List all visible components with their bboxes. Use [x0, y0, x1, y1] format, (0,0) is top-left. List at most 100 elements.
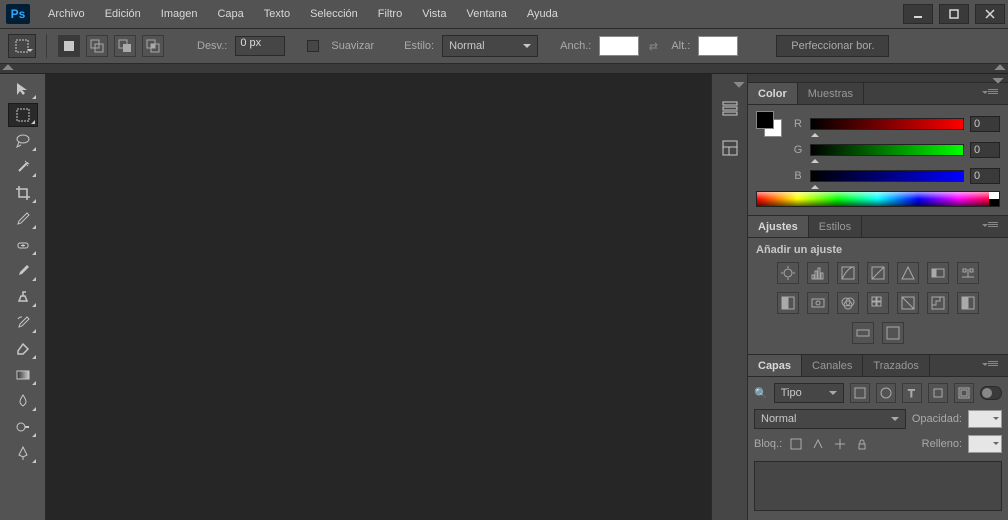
opacity-value[interactable]: [968, 410, 1002, 428]
add-adjustment-label: Añadir un ajuste: [756, 244, 1000, 256]
toolbox: [0, 74, 46, 520]
filter-pixel-icon[interactable]: [850, 383, 870, 403]
color-lookup-icon[interactable]: [867, 292, 889, 314]
foreground-swatch[interactable]: [756, 111, 774, 129]
menu-seleccion[interactable]: Selección: [300, 0, 368, 28]
vibrance-icon[interactable]: [897, 262, 919, 284]
menu-texto[interactable]: Texto: [254, 0, 300, 28]
eraser-tool[interactable]: [8, 337, 38, 361]
panel-menu-icon[interactable]: [988, 222, 1002, 232]
canvas-area[interactable]: [46, 74, 712, 520]
swap-dimensions-icon[interactable]: ⇄: [643, 36, 663, 56]
filter-smart-icon[interactable]: [954, 383, 974, 403]
lock-position-icon[interactable]: [832, 436, 848, 452]
height-input[interactable]: [698, 36, 738, 56]
gradient-tool[interactable]: [8, 363, 38, 387]
selection-subtract-button[interactable]: [114, 35, 136, 57]
lock-pixels-icon[interactable]: [810, 436, 826, 452]
eyedropper-tool[interactable]: [8, 207, 38, 231]
lasso-tool[interactable]: [8, 129, 38, 153]
tab-swatches[interactable]: Muestras: [798, 83, 864, 104]
posterize-icon[interactable]: [927, 292, 949, 314]
fill-value[interactable]: [968, 435, 1002, 453]
feather-input[interactable]: 0 px: [235, 36, 285, 56]
filter-adjustment-icon[interactable]: [876, 383, 896, 403]
r-slider[interactable]: [810, 118, 964, 130]
menu-imagen[interactable]: Imagen: [151, 0, 208, 28]
crop-tool[interactable]: [8, 181, 38, 205]
lock-all-icon[interactable]: [854, 436, 870, 452]
color-balance-icon[interactable]: [957, 262, 979, 284]
panels-collapse-toggle[interactable]: [748, 74, 1008, 82]
history-panel-icon[interactable]: [716, 94, 744, 122]
b-value[interactable]: 0: [970, 168, 1000, 184]
menu-archivo[interactable]: Archivo: [38, 0, 95, 28]
invert-icon[interactable]: [897, 292, 919, 314]
selection-intersect-button[interactable]: [142, 35, 164, 57]
dodge-tool[interactable]: [8, 415, 38, 439]
curves-icon[interactable]: [837, 262, 859, 284]
b-slider[interactable]: [810, 170, 964, 182]
history-brush-tool[interactable]: [8, 311, 38, 335]
marquee-tool[interactable]: [8, 103, 38, 127]
filter-shape-icon[interactable]: [928, 383, 948, 403]
panel-menu-icon[interactable]: [988, 361, 1002, 371]
g-slider[interactable]: [810, 144, 964, 156]
exposure-icon[interactable]: [867, 262, 889, 284]
lock-transparent-icon[interactable]: [788, 436, 804, 452]
menu-ventana[interactable]: Ventana: [456, 0, 516, 28]
right-panels: Color Muestras R 0 G: [748, 74, 1008, 520]
tab-color[interactable]: Color: [748, 83, 798, 104]
menu-ayuda[interactable]: Ayuda: [517, 0, 568, 28]
refine-edge-button[interactable]: Perfeccionar bor.: [776, 35, 889, 57]
blur-tool[interactable]: [8, 389, 38, 413]
minimize-button[interactable]: [903, 4, 933, 24]
selection-add-button[interactable]: [86, 35, 108, 57]
current-tool-preset[interactable]: [8, 34, 36, 58]
expand-left-icon[interactable]: [2, 64, 13, 75]
filter-toggle[interactable]: [980, 386, 1002, 400]
healing-brush-tool[interactable]: [8, 233, 38, 257]
photo-filter-icon[interactable]: [807, 292, 829, 314]
menu-filtro[interactable]: Filtro: [368, 0, 412, 28]
panel-menu-icon[interactable]: [988, 89, 1002, 99]
magic-wand-tool[interactable]: [8, 155, 38, 179]
menu-edicion[interactable]: Edición: [95, 0, 151, 28]
selection-new-button[interactable]: [58, 35, 80, 57]
tab-paths[interactable]: Trazados: [863, 355, 929, 376]
properties-panel-icon[interactable]: [716, 134, 744, 162]
tab-channels[interactable]: Canales: [802, 355, 863, 376]
brightness-contrast-icon[interactable]: [777, 262, 799, 284]
blend-mode-select[interactable]: Normal: [754, 409, 906, 429]
bw-icon[interactable]: [777, 292, 799, 314]
selective-color-icon[interactable]: [882, 322, 904, 344]
antialias-checkbox[interactable]: [307, 40, 319, 52]
width-input[interactable]: [599, 36, 639, 56]
pen-tool[interactable]: [8, 441, 38, 465]
filter-type-icon[interactable]: T: [902, 383, 922, 403]
tab-layers[interactable]: Capas: [748, 355, 802, 376]
threshold-icon[interactable]: [957, 292, 979, 314]
r-value[interactable]: 0: [970, 116, 1000, 132]
menu-capa[interactable]: Capa: [207, 0, 253, 28]
style-select[interactable]: Normal: [442, 35, 538, 57]
hue-sat-icon[interactable]: [927, 262, 949, 284]
maximize-button[interactable]: [939, 4, 969, 24]
tab-styles[interactable]: Estilos: [809, 216, 862, 237]
color-swatches[interactable]: [756, 111, 782, 137]
tab-adjustments[interactable]: Ajustes: [748, 216, 809, 237]
channel-mixer-icon[interactable]: [837, 292, 859, 314]
move-tool[interactable]: [8, 77, 38, 101]
levels-icon[interactable]: [807, 262, 829, 284]
close-button[interactable]: [975, 4, 1005, 24]
layers-list[interactable]: [754, 461, 1002, 511]
color-spectrum[interactable]: [756, 191, 1000, 207]
menu-vista[interactable]: Vista: [412, 0, 456, 28]
dock-toggle[interactable]: [712, 78, 747, 88]
clone-stamp-tool[interactable]: [8, 285, 38, 309]
brush-tool[interactable]: [8, 259, 38, 283]
gradient-map-icon[interactable]: [852, 322, 874, 344]
g-value[interactable]: 0: [970, 142, 1000, 158]
height-label: Alt.:: [671, 40, 690, 52]
filter-type-select[interactable]: Tipo: [774, 383, 844, 403]
